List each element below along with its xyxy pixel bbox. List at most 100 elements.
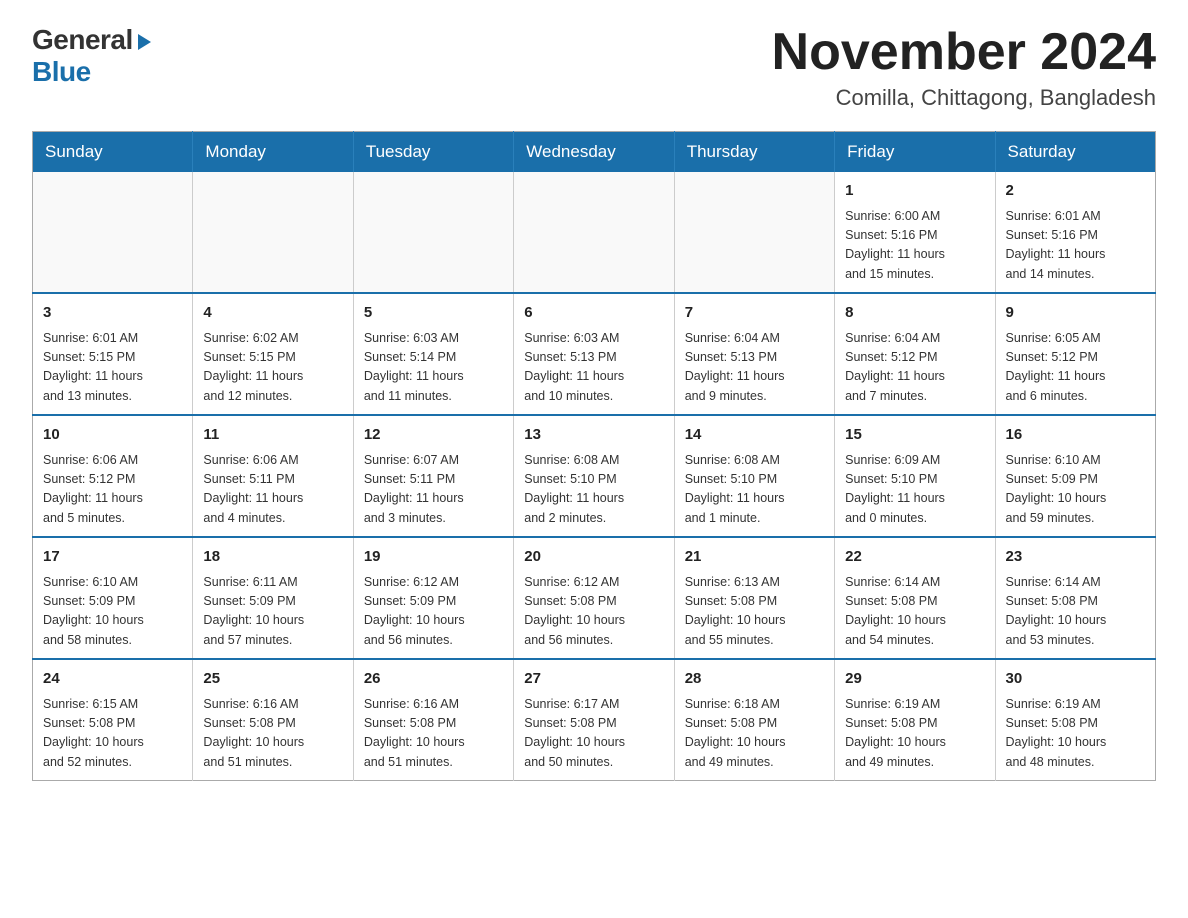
day-number: 10 (43, 424, 182, 447)
day-info: Sunrise: 6:06 AMSunset: 5:12 PMDaylight:… (43, 451, 182, 529)
day-info: Sunrise: 6:08 AMSunset: 5:10 PMDaylight:… (524, 451, 663, 529)
day-info: Sunrise: 6:13 AMSunset: 5:08 PMDaylight:… (685, 573, 824, 651)
day-number: 22 (845, 546, 984, 569)
logo: General Blue (32, 24, 151, 88)
day-info: Sunrise: 6:04 AMSunset: 5:12 PMDaylight:… (845, 329, 984, 407)
calendar-cell: 1 Sunrise: 6:00 AMSunset: 5:16 PMDaylight… (835, 172, 995, 293)
day-info: Sunrise: 6:07 AMSunset: 5:11 PMDaylight:… (364, 451, 503, 529)
day-number: 11 (203, 424, 342, 447)
calendar-cell: 7 Sunrise: 6:04 AMSunset: 5:13 PMDaylight… (674, 293, 834, 415)
calendar-cell: 8 Sunrise: 6:04 AMSunset: 5:12 PMDaylight… (835, 293, 995, 415)
calendar-cell: 4Sunrise: 6:02 AMSunset: 5:15 PMDaylight… (193, 293, 353, 415)
title-area: November 2024 Comilla, Chittagong, Bangl… (772, 24, 1156, 111)
calendar-cell: 2 Sunrise: 6:01 AMSunset: 5:16 PMDaylight… (995, 172, 1155, 293)
day-number: 24 (43, 668, 182, 691)
weekday-header-sunday: Sunday (33, 132, 193, 173)
day-info: Sunrise: 6:10 AMSunset: 5:09 PMDaylight:… (1006, 451, 1145, 529)
day-number: 25 (203, 668, 342, 691)
calendar-cell: 9Sunrise: 6:05 AMSunset: 5:12 PMDaylight… (995, 293, 1155, 415)
calendar-cell: 22 Sunrise: 6:14 AMSunset: 5:08 PMDayligh… (835, 537, 995, 659)
day-number: 7 (685, 302, 824, 325)
calendar-cell: 13 Sunrise: 6:08 AMSunset: 5:10 PMDayligh… (514, 415, 674, 537)
day-number: 29 (845, 668, 984, 691)
day-info: Sunrise: 6:00 AMSunset: 5:16 PMDaylight:… (845, 207, 984, 285)
calendar-cell: 17Sunrise: 6:10 AMSunset: 5:09 PMDayligh… (33, 537, 193, 659)
day-info: Sunrise: 6:15 AMSunset: 5:08 PMDaylight:… (43, 695, 182, 773)
logo-general-text: General (32, 24, 133, 56)
calendar-cell: 27 Sunrise: 6:17 AMSunset: 5:08 PMDayligh… (514, 659, 674, 781)
calendar-cell: 19 Sunrise: 6:12 AMSunset: 5:09 PMDayligh… (353, 537, 513, 659)
day-number: 13 (524, 424, 663, 447)
day-number: 18 (203, 546, 342, 569)
calendar-cell: 5Sunrise: 6:03 AMSunset: 5:14 PMDaylight… (353, 293, 513, 415)
calendar-cell (33, 172, 193, 293)
day-info: Sunrise: 6:04 AMSunset: 5:13 PMDaylight:… (685, 329, 824, 407)
calendar-cell (674, 172, 834, 293)
day-number: 9 (1006, 302, 1145, 325)
calendar-cell: 26Sunrise: 6:16 AMSunset: 5:08 PMDayligh… (353, 659, 513, 781)
day-info: Sunrise: 6:11 AMSunset: 5:09 PMDaylight:… (203, 573, 342, 651)
logo-blue-text: Blue (32, 56, 91, 88)
calendar-cell: 12 Sunrise: 6:07 AMSunset: 5:11 PMDayligh… (353, 415, 513, 537)
day-info: Sunrise: 6:06 AMSunset: 5:11 PMDaylight:… (203, 451, 342, 529)
day-number: 19 (364, 546, 503, 569)
calendar-cell: 20 Sunrise: 6:12 AMSunset: 5:08 PMDayligh… (514, 537, 674, 659)
day-number: 26 (364, 668, 503, 691)
day-number: 27 (524, 668, 663, 691)
calendar-cell: 10 Sunrise: 6:06 AMSunset: 5:12 PMDayligh… (33, 415, 193, 537)
calendar-cell: 14 Sunrise: 6:08 AMSunset: 5:10 PMDayligh… (674, 415, 834, 537)
weekday-header-wednesday: Wednesday (514, 132, 674, 173)
day-info: Sunrise: 6:01 AMSunset: 5:15 PMDaylight:… (43, 329, 182, 407)
calendar-cell: 24 Sunrise: 6:15 AMSunset: 5:08 PMDayligh… (33, 659, 193, 781)
calendar-cell: 11 Sunrise: 6:06 AMSunset: 5:11 PMDayligh… (193, 415, 353, 537)
weekday-header-row: SundayMondayTuesdayWednesdayThursdayFrid… (33, 132, 1156, 173)
month-title: November 2024 (772, 24, 1156, 81)
week-row-3: 10 Sunrise: 6:06 AMSunset: 5:12 PMDayligh… (33, 415, 1156, 537)
logo-triangle-icon (138, 34, 151, 50)
day-info: Sunrise: 6:18 AMSunset: 5:08 PMDaylight:… (685, 695, 824, 773)
day-number: 20 (524, 546, 663, 569)
calendar-cell: 3 Sunrise: 6:01 AMSunset: 5:15 PMDaylight… (33, 293, 193, 415)
weekday-header-saturday: Saturday (995, 132, 1155, 173)
day-number: 12 (364, 424, 503, 447)
day-number: 2 (1006, 180, 1145, 203)
day-number: 28 (685, 668, 824, 691)
day-info: Sunrise: 6:17 AMSunset: 5:08 PMDaylight:… (524, 695, 663, 773)
day-info: Sunrise: 6:10 AMSunset: 5:09 PMDaylight:… (43, 573, 182, 651)
calendar-cell (193, 172, 353, 293)
calendar-table: SundayMondayTuesdayWednesdayThursdayFrid… (32, 131, 1156, 781)
day-number: 21 (685, 546, 824, 569)
day-info: Sunrise: 6:12 AMSunset: 5:09 PMDaylight:… (364, 573, 503, 651)
weekday-header-monday: Monday (193, 132, 353, 173)
calendar-cell (514, 172, 674, 293)
day-info: Sunrise: 6:09 AMSunset: 5:10 PMDaylight:… (845, 451, 984, 529)
weekday-header-thursday: Thursday (674, 132, 834, 173)
header-area: General Blue November 2024 Comilla, Chit… (32, 24, 1156, 111)
week-row-2: 3 Sunrise: 6:01 AMSunset: 5:15 PMDaylight… (33, 293, 1156, 415)
weekday-header-tuesday: Tuesday (353, 132, 513, 173)
location-title: Comilla, Chittagong, Bangladesh (772, 85, 1156, 111)
calendar-cell: 29Sunrise: 6:19 AMSunset: 5:08 PMDayligh… (835, 659, 995, 781)
day-number: 6 (524, 302, 663, 325)
day-number: 14 (685, 424, 824, 447)
day-info: Sunrise: 6:14 AMSunset: 5:08 PMDaylight:… (845, 573, 984, 651)
day-number: 3 (43, 302, 182, 325)
day-number: 1 (845, 180, 984, 203)
calendar-cell: 15 Sunrise: 6:09 AMSunset: 5:10 PMDayligh… (835, 415, 995, 537)
calendar-cell: 28 Sunrise: 6:18 AMSunset: 5:08 PMDayligh… (674, 659, 834, 781)
calendar-cell (353, 172, 513, 293)
day-number: 15 (845, 424, 984, 447)
calendar-cell: 6 Sunrise: 6:03 AMSunset: 5:13 PMDaylight… (514, 293, 674, 415)
day-info: Sunrise: 6:19 AMSunset: 5:08 PMDaylight:… (1006, 695, 1145, 773)
day-info: Sunrise: 6:01 AMSunset: 5:16 PMDaylight:… (1006, 207, 1145, 285)
day-number: 5 (364, 302, 503, 325)
day-info: Sunrise: 6:08 AMSunset: 5:10 PMDaylight:… (685, 451, 824, 529)
day-info: Sunrise: 6:12 AMSunset: 5:08 PMDaylight:… (524, 573, 663, 651)
day-number: 8 (845, 302, 984, 325)
week-row-1: 1 Sunrise: 6:00 AMSunset: 5:16 PMDaylight… (33, 172, 1156, 293)
calendar-cell: 23Sunrise: 6:14 AMSunset: 5:08 PMDayligh… (995, 537, 1155, 659)
day-info: Sunrise: 6:02 AMSunset: 5:15 PMDaylight:… (203, 329, 342, 407)
day-info: Sunrise: 6:16 AMSunset: 5:08 PMDaylight:… (203, 695, 342, 773)
day-number: 23 (1006, 546, 1145, 569)
day-info: Sunrise: 6:03 AMSunset: 5:13 PMDaylight:… (524, 329, 663, 407)
